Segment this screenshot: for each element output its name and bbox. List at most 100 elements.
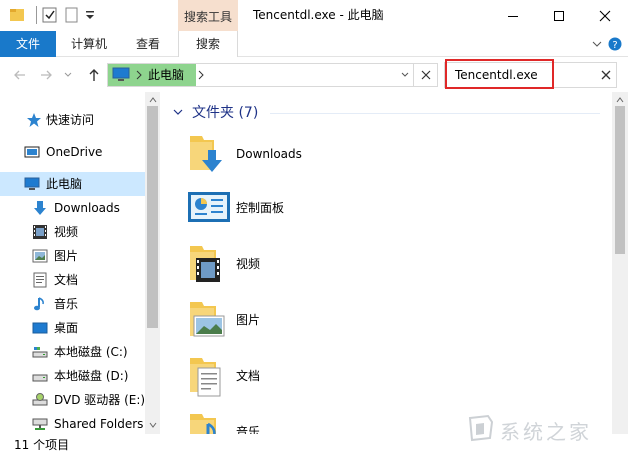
sidebar-item-onedrive[interactable]: OneDrive <box>0 140 145 164</box>
sidebar-item-documents[interactable]: 文档 <box>0 268 145 292</box>
back-button[interactable] <box>12 67 28 83</box>
separator <box>36 6 37 24</box>
drive-icon <box>32 347 48 358</box>
sidebar-item-music[interactable]: 音乐 <box>0 292 145 316</box>
app-icon[interactable] <box>8 6 28 24</box>
sidebar-item-label: 本地磁盘 (C:) <box>54 345 128 359</box>
search-tools-context-label: 搜索工具 <box>178 0 238 34</box>
sidebar-item-label: Shared Folders <box>54 417 144 431</box>
expand-ribbon-button[interactable] <box>590 37 604 51</box>
chevron-down-icon <box>592 41 602 47</box>
sidebar-item-desktop[interactable]: 桌面 <box>0 316 145 340</box>
maximize-button[interactable] <box>536 0 582 31</box>
group-header-label: 文件夹 (7) <box>192 105 259 121</box>
item-label: 视频 <box>236 257 261 271</box>
arrow-up-icon <box>89 69 99 81</box>
chevron-down-icon <box>401 72 409 77</box>
sidebar-item-shared-folders[interactable]: Shared Folders <box>0 412 145 436</box>
sidebar-item-label: OneDrive <box>46 145 103 159</box>
star-icon <box>27 113 41 127</box>
pictures-folder-icon <box>190 302 225 337</box>
downloads-folder-icon <box>190 136 222 172</box>
control-panel-icon <box>188 192 230 222</box>
scroll-down-arrow-icon[interactable] <box>147 419 158 431</box>
maximize-icon <box>554 10 564 21</box>
recent-locations-button[interactable] <box>62 67 74 83</box>
breadcrumb-this-pc[interactable]: 此电脑 <box>148 64 184 86</box>
scroll-up-arrow-icon[interactable] <box>147 94 158 106</box>
tab-search[interactable]: 搜索 <box>178 31 238 57</box>
close-button[interactable] <box>582 0 628 31</box>
chevron-down-icon <box>64 72 72 77</box>
new-folder-icon[interactable] <box>64 6 80 24</box>
forward-button[interactable] <box>38 67 54 83</box>
sidebar-item-videos[interactable]: 视频 <box>0 220 145 244</box>
file-list: 文件夹 (7) Downloads 控制面板 视频 图片 文档 音乐 <box>160 92 612 434</box>
address-dropdown-button[interactable] <box>398 67 412 83</box>
item-label: 音乐 <box>236 425 261 434</box>
picture-icon <box>32 249 48 263</box>
document-icon <box>33 272 47 288</box>
navigation-pane: 快速访问 OneDrive 此电脑 Downloads 视频 图片 文档 音乐 … <box>0 92 160 434</box>
sidebar-item-drive-d[interactable]: 本地磁盘 (D:) <box>0 364 145 388</box>
videos-folder-icon <box>190 246 220 282</box>
tab-view[interactable]: 查看 <box>136 31 160 57</box>
title-bar: 搜索工具 Tencentdl.exe - 此电脑 <box>0 0 628 34</box>
list-item[interactable]: 视频 <box>182 240 582 296</box>
clear-search-button[interactable] <box>599 68 613 82</box>
scroll-up-arrow-icon[interactable] <box>615 94 625 106</box>
tab-file[interactable]: 文件 <box>0 31 56 57</box>
up-button[interactable] <box>86 67 102 83</box>
help-button[interactable]: ? <box>608 37 622 51</box>
item-label: 控制面板 <box>236 201 285 215</box>
sidebar-item-label: 图片 <box>54 249 79 263</box>
breadcrumb-chevron-icon[interactable] <box>132 67 146 83</box>
tab-computer[interactable]: 计算机 <box>71 31 107 57</box>
sidebar-item-drive-c[interactable]: 本地磁盘 (C:) <box>0 340 145 364</box>
sidebar-item-quick-access[interactable]: 快速访问 <box>0 108 145 132</box>
sidebar-item-downloads[interactable]: Downloads <box>0 196 145 220</box>
sidebar-item-label: 本地磁盘 (D:) <box>54 369 129 383</box>
close-icon <box>421 70 430 80</box>
minimize-icon <box>508 15 518 17</box>
properties-icon[interactable] <box>42 6 58 24</box>
list-item[interactable]: 文档 <box>182 352 582 408</box>
video-icon <box>33 225 47 239</box>
close-icon <box>601 70 611 80</box>
sidebar-item-label: DVD 驱动器 (E:) <box>54 393 146 407</box>
sidebar-item-this-pc[interactable]: 此电脑 <box>0 172 145 196</box>
close-icon <box>599 10 611 21</box>
item-label: Downloads <box>236 147 302 161</box>
watermark-emblem-icon <box>468 414 494 442</box>
sidebar-item-label: 此电脑 <box>46 177 83 191</box>
sidebar-item-label: Downloads <box>54 201 120 215</box>
search-highlight-box <box>445 59 554 89</box>
sidebar-item-label: 视频 <box>54 225 79 239</box>
customize-dropdown-icon[interactable] <box>84 6 96 24</box>
list-item[interactable]: Downloads <box>182 130 582 186</box>
address-bar[interactable]: 此电脑 <box>107 63 414 87</box>
computer-icon <box>24 177 40 190</box>
sidebar-item-label: 桌面 <box>54 321 79 335</box>
scrollbar-thumb[interactable] <box>147 106 158 328</box>
sidebar-item-label: 快速访问 <box>46 113 95 127</box>
computer-icon <box>112 67 130 81</box>
list-item[interactable]: 图片 <box>182 296 582 352</box>
item-label: 文档 <box>236 369 261 383</box>
scrollbar-thumb[interactable] <box>615 106 625 254</box>
sidebar-item-dvd-drive[interactable]: DVD 驱动器 (E:) <box>0 388 145 412</box>
content-scrollbar[interactable] <box>612 92 628 434</box>
drive-icon <box>32 374 48 382</box>
sidebar-item-pictures[interactable]: 图片 <box>0 244 145 268</box>
stop-search-button[interactable] <box>414 63 438 87</box>
arrow-right-icon <box>41 70 52 80</box>
group-divider <box>270 113 600 114</box>
list-item[interactable]: 控制面板 <box>182 184 582 240</box>
minimize-button[interactable] <box>490 0 536 31</box>
breadcrumb-chevron-icon[interactable] <box>194 67 208 83</box>
group-header[interactable]: 文件夹 (7) <box>172 102 258 122</box>
ribbon-tabs: 文件 计算机 查看 搜索 ? <box>0 31 628 57</box>
navigation-scrollbar[interactable] <box>145 92 160 434</box>
cloud-icon <box>24 146 40 158</box>
svg-text:?: ? <box>612 40 617 51</box>
